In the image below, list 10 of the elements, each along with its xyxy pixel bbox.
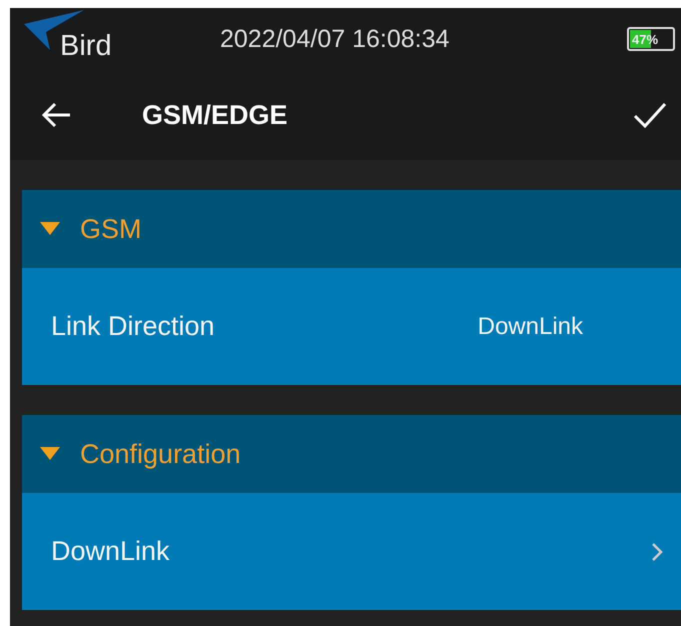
page-title: GSM/EDGE [142,100,289,130]
back-arrow-icon[interactable] [40,101,72,129]
section-header[interactable]: Configuration [22,415,681,493]
date-time: 2022/04/07 16:08:34 [220,24,450,54]
section-header[interactable]: GSM [22,190,681,268]
chevron-right-icon [651,542,663,562]
settings-row[interactable]: DownLink [22,493,681,610]
logo-text: Bird [60,30,112,63]
settings-row[interactable]: Link Direction DownLink [22,268,681,385]
confirm-check-icon[interactable] [633,101,667,129]
